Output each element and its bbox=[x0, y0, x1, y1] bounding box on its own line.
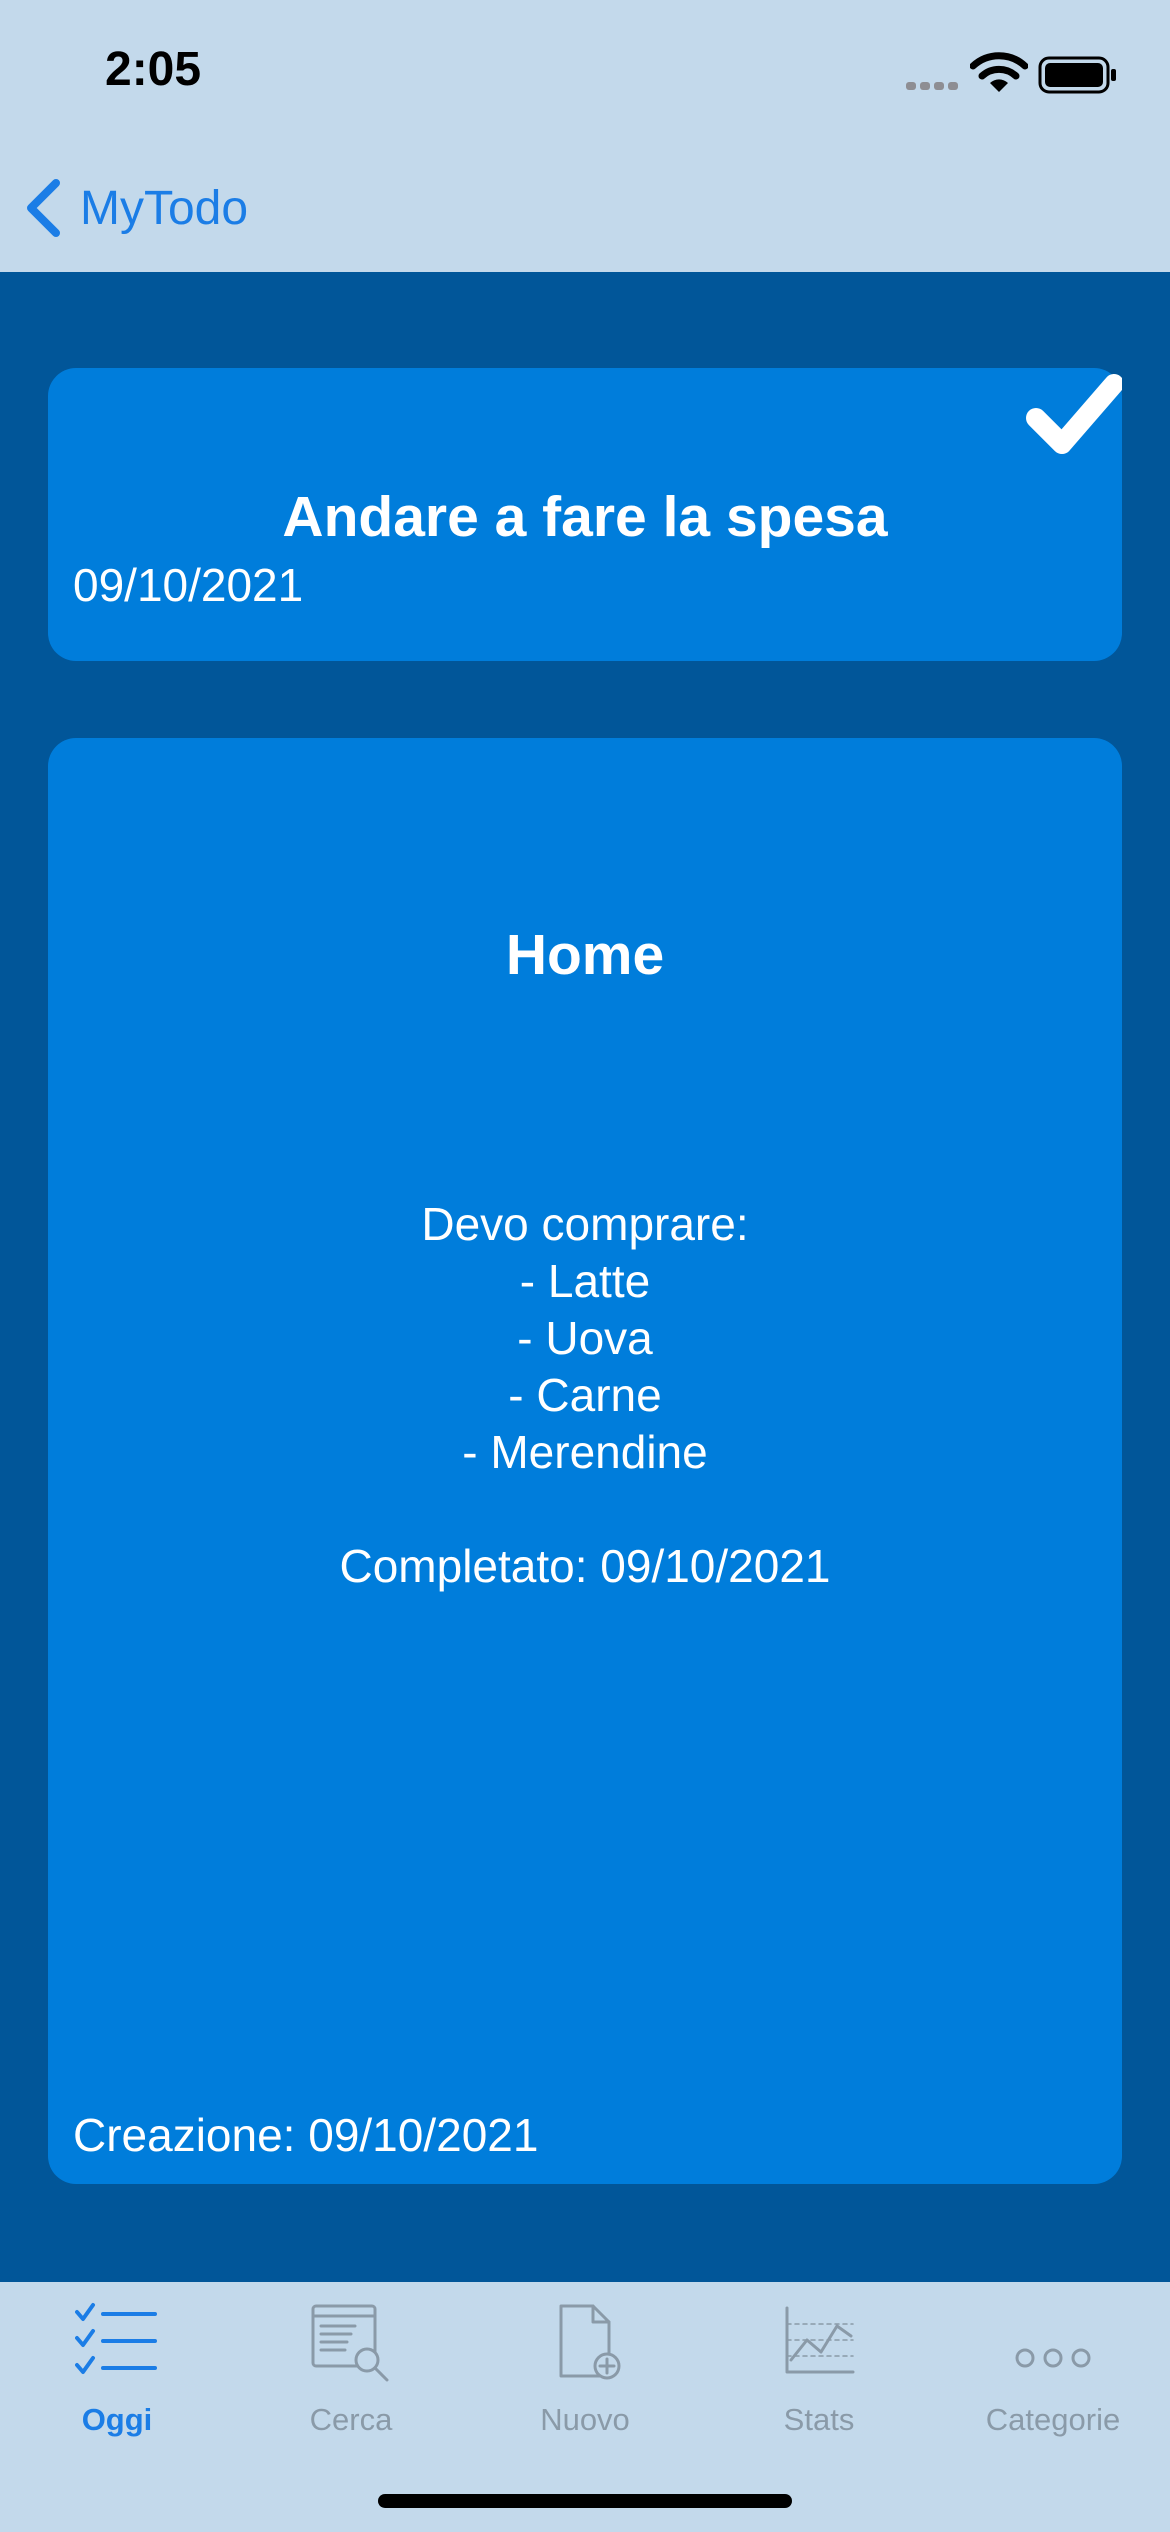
tab-oggi[interactable]: Oggi bbox=[0, 2282, 234, 2462]
tab-nuovo[interactable]: Nuovo bbox=[468, 2282, 702, 2462]
status-bar: 2:05 bbox=[0, 0, 1170, 150]
note-line: Devo comprare: bbox=[421, 1198, 749, 1250]
todo-title: Andare a fare la spesa bbox=[282, 485, 888, 549]
back-button[interactable]: MyTodo bbox=[24, 168, 248, 248]
note-line: - Merendine bbox=[462, 1426, 708, 1478]
tab-categorie[interactable]: Categorie bbox=[936, 2282, 1170, 2462]
chevron-left-icon bbox=[27, 179, 60, 237]
more-icon bbox=[1015, 2348, 1091, 2368]
note-line: Completato: 09/10/2021 bbox=[339, 1540, 831, 1592]
status-time: 2:05 bbox=[105, 43, 202, 96]
checklist-icon bbox=[75, 2303, 157, 2374]
todo-date: 09/10/2021 bbox=[73, 559, 304, 611]
todo-detail-card: Home Devo comprare: - Latte - Uova - Car… bbox=[48, 738, 1122, 2184]
battery-icon bbox=[1038, 56, 1116, 94]
note-line: - Latte bbox=[519, 1255, 651, 1307]
tab-label: Cerca bbox=[309, 2402, 393, 2437]
tab-label: Nuovo bbox=[540, 2402, 630, 2437]
checkmark-icon[interactable] bbox=[1026, 374, 1122, 456]
tab-cerca[interactable]: Cerca bbox=[234, 2282, 468, 2462]
todo-notes: Devo comprare: - Latte - Uova - Carne - … bbox=[48, 1196, 1122, 1595]
note-line: - Carne bbox=[508, 1369, 662, 1421]
tab-label: Categorie bbox=[985, 2402, 1121, 2437]
search-document-icon bbox=[311, 2304, 389, 2382]
todo-category: Home bbox=[505, 923, 665, 987]
back-button-label: MyTodo bbox=[80, 181, 249, 235]
tab-label: Stats bbox=[783, 2402, 855, 2437]
chart-icon bbox=[785, 2306, 855, 2374]
home-indicator bbox=[378, 2494, 792, 2508]
tab-stats[interactable]: Stats bbox=[702, 2282, 936, 2462]
cellular-signal-icon bbox=[906, 82, 958, 90]
note-line bbox=[48, 1481, 1122, 1538]
note-line: - Uova bbox=[517, 1312, 653, 1364]
wifi-icon bbox=[970, 52, 1028, 92]
new-document-icon bbox=[559, 2304, 621, 2380]
creation-date: Creazione: 09/10/2021 bbox=[73, 2109, 539, 2161]
todo-header-card: Andare a fare la spesa 09/10/2021 bbox=[48, 368, 1122, 661]
tab-label: Oggi bbox=[81, 2402, 153, 2437]
